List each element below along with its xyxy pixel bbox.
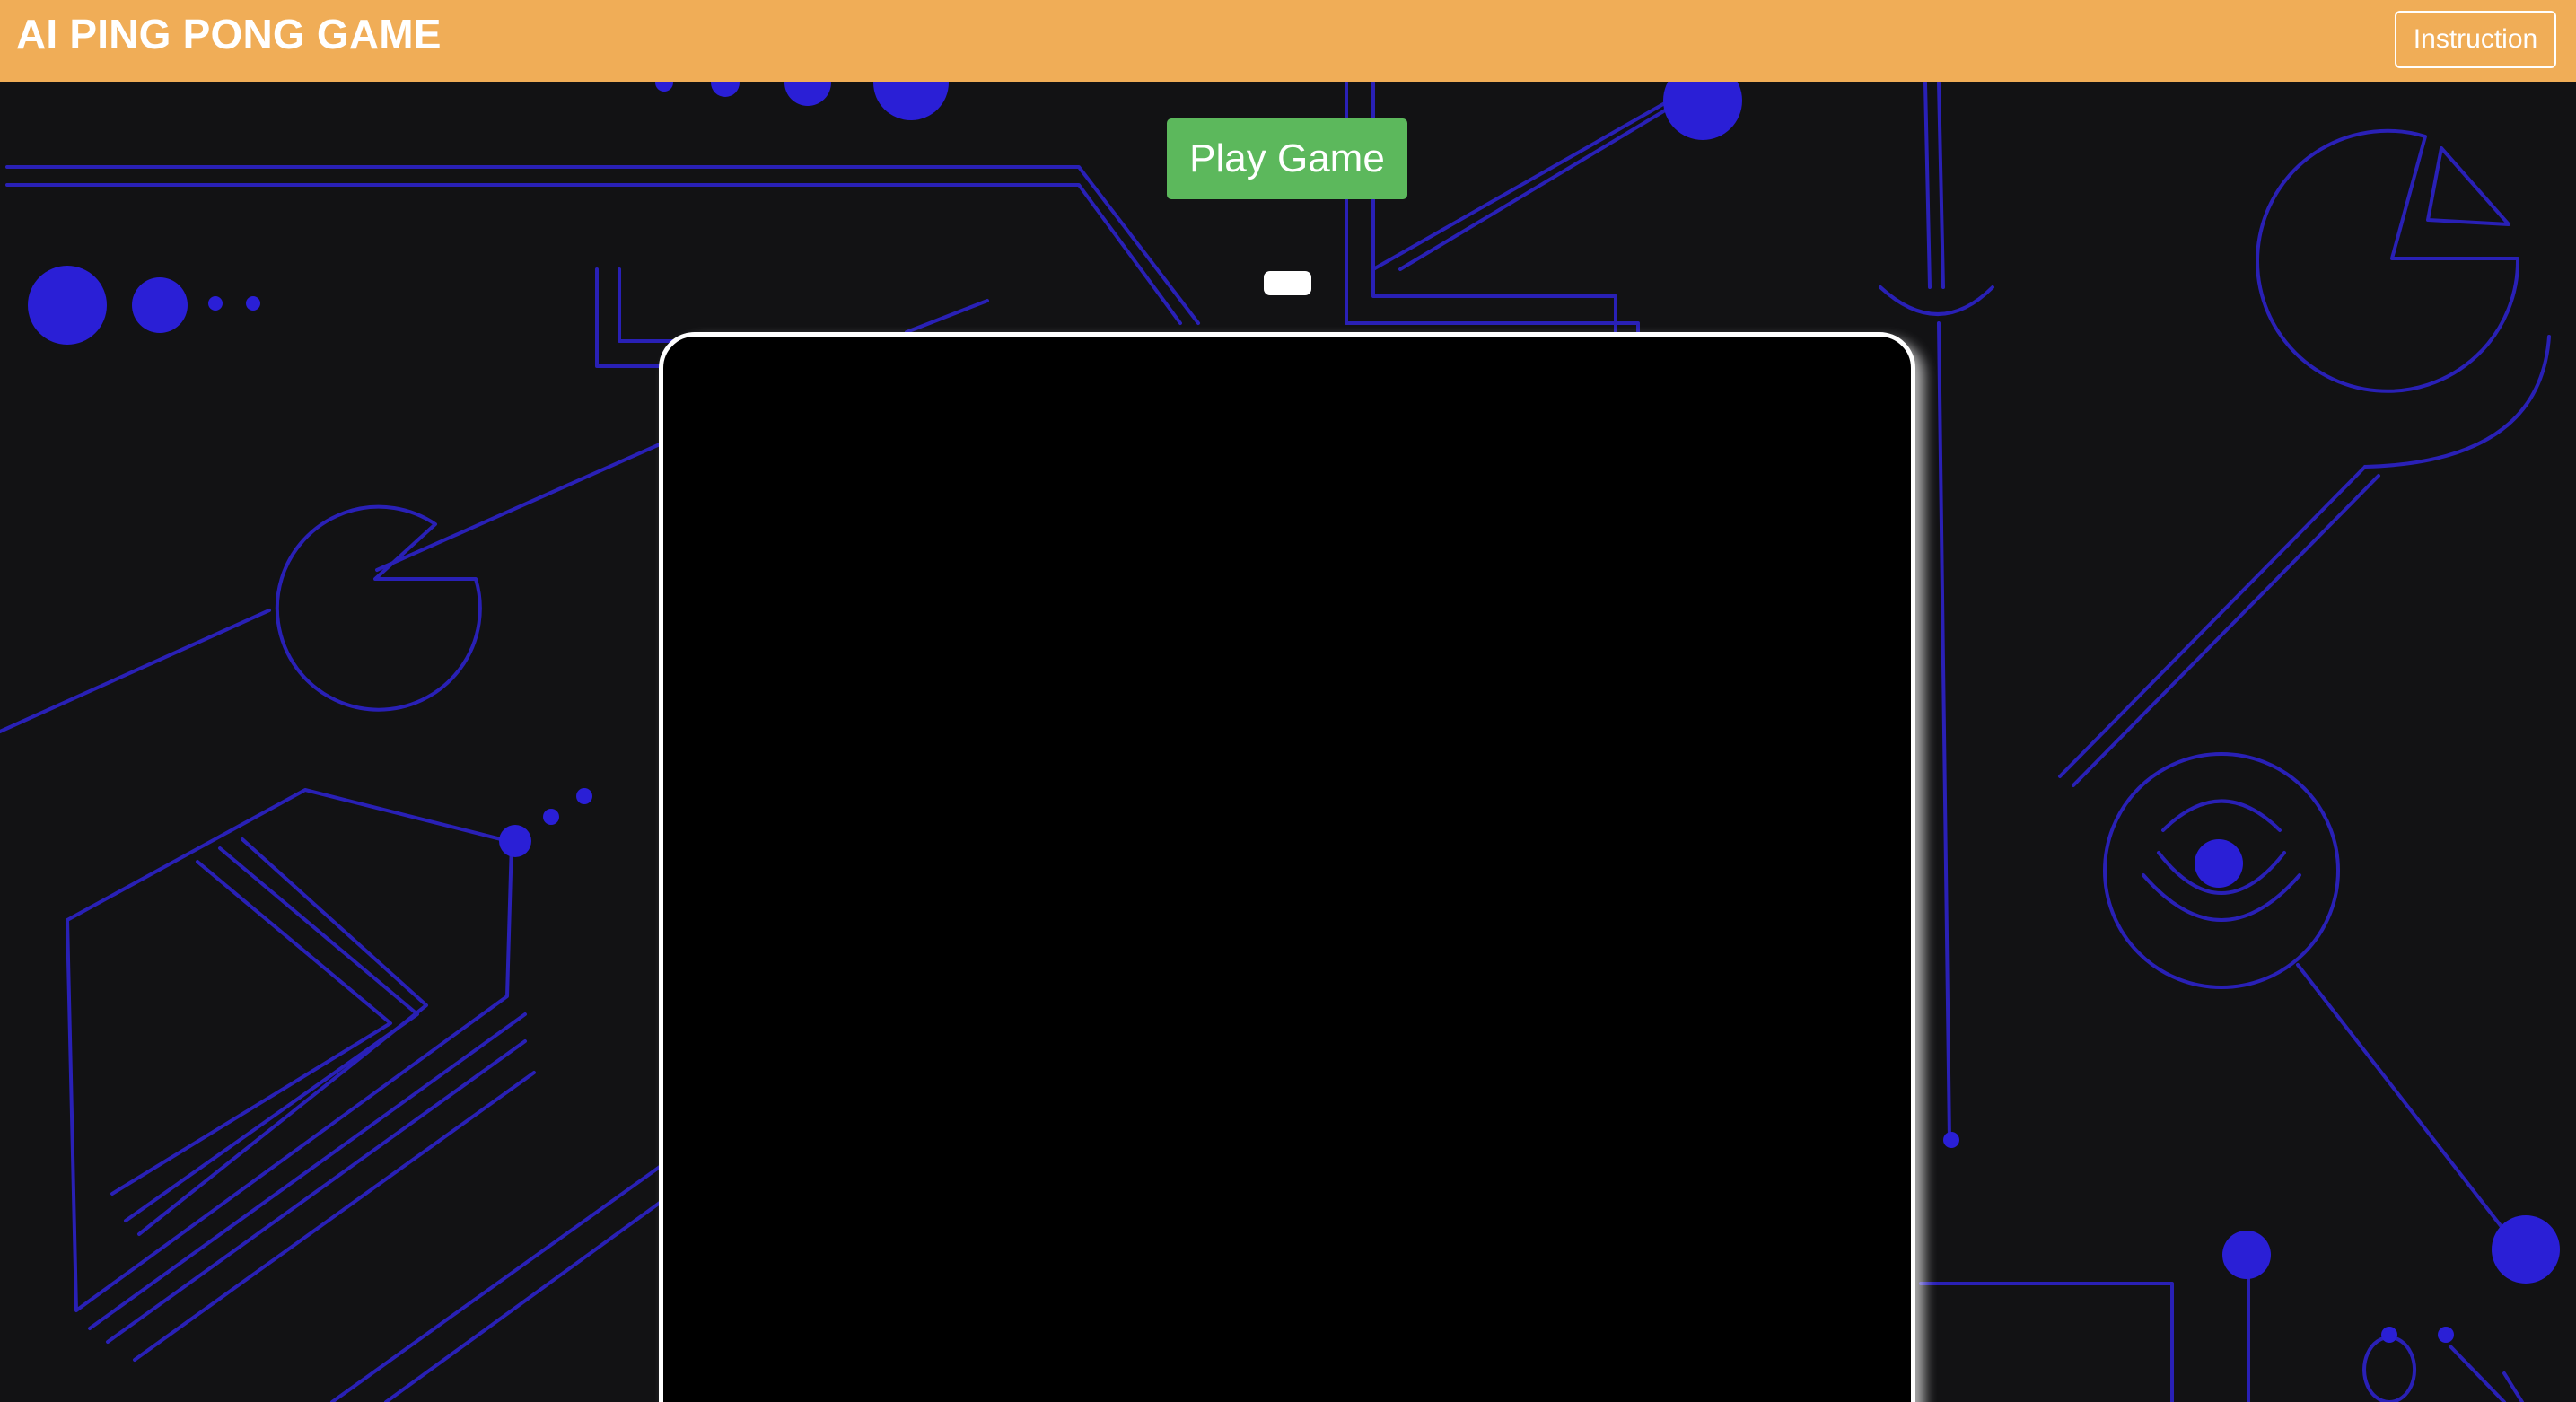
game-board[interactable] [659,332,1915,1402]
ball-icon [1264,271,1311,295]
app-title: AI PING PONG GAME [16,11,442,57]
play-game-button[interactable]: Play Game [1167,118,1407,199]
page: AI PING PONG GAME Instruction Play Game [0,0,2576,1402]
top-navbar: AI PING PONG GAME Instruction [0,0,2576,82]
instruction-button[interactable]: Instruction [2395,11,2556,68]
